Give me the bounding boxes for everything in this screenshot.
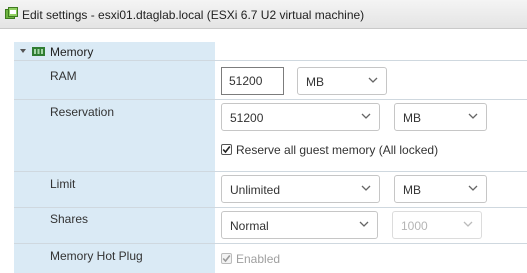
hot-plug-enabled-label: Enabled	[236, 252, 281, 266]
limit-label: Limit	[50, 177, 76, 191]
ram-value: 51200	[229, 74, 263, 88]
hot-plug-label: Memory Hot Plug	[50, 249, 143, 263]
ram-unit-value: MB	[306, 75, 324, 89]
shares-value: Normal	[230, 219, 269, 233]
row-divider	[14, 60, 527, 61]
limit-select[interactable]: Unlimited	[221, 175, 380, 203]
memory-section-label: Memory	[50, 45, 94, 59]
reserve-all-checkbox[interactable]	[221, 144, 232, 155]
memory-section-header[interactable]: Memory	[14, 42, 215, 60]
reservation-unit-value: MB	[403, 111, 421, 125]
ram-unit-select[interactable]: MB	[297, 67, 387, 95]
ram-input[interactable]: 51200	[221, 67, 284, 95]
reserve-all-label: Reserve all guest memory (All locked)	[236, 143, 439, 157]
chevron-down-icon	[359, 221, 369, 227]
chevron-down-icon	[468, 113, 478, 119]
chevron-down-icon	[468, 185, 478, 191]
reservation-select[interactable]: 51200	[221, 103, 380, 131]
shares-select[interactable]: Normal	[221, 211, 378, 239]
reservation-label: Reservation	[50, 105, 115, 119]
shares-label: Shares	[50, 212, 89, 226]
row-divider	[14, 171, 527, 172]
shares-count-value: 1000	[401, 219, 428, 233]
vm-settings-icon	[5, 7, 18, 19]
label-column	[14, 42, 215, 273]
reserve-all-checkbox-row[interactable]: Reserve all guest memory (All locked)	[221, 142, 438, 158]
chevron-down-icon	[361, 185, 371, 191]
ram-label: RAM	[50, 69, 77, 83]
memory-icon	[32, 47, 45, 56]
row-divider	[14, 207, 527, 208]
reservation-unit-select[interactable]: MB	[394, 103, 487, 131]
limit-value: Unlimited	[230, 183, 281, 197]
chevron-down-icon	[361, 113, 371, 119]
limit-unit-select[interactable]: MB	[394, 175, 487, 203]
hot-plug-checkbox	[221, 253, 232, 264]
reservation-value: 51200	[230, 111, 264, 125]
limit-unit-value: MB	[403, 183, 421, 197]
chevron-down-icon	[368, 77, 378, 83]
row-divider	[14, 243, 527, 244]
row-divider	[14, 99, 527, 100]
dialog-title: Edit settings - esxi01.dtaglab.local (ES…	[22, 8, 365, 22]
hot-plug-checkbox-row: Enabled	[221, 251, 301, 267]
chevron-down-icon[interactable]	[20, 49, 26, 53]
shares-count-input: 1000	[392, 211, 482, 239]
dialog-titlebar: Edit settings - esxi01.dtaglab.local (ES…	[0, 0, 527, 29]
chevron-down-icon	[463, 221, 473, 227]
